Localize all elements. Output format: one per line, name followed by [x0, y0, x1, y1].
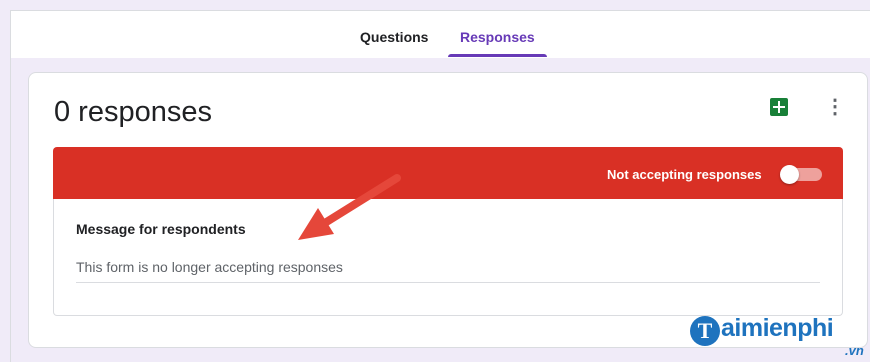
tab-responses[interactable]: Responses — [460, 29, 535, 45]
accepting-responses-label: Not accepting responses — [607, 167, 762, 182]
tab-questions[interactable]: Questions — [360, 29, 428, 45]
more-vert-icon[interactable]: ⋮ — [825, 96, 845, 118]
watermark-text: aimienphi — [721, 314, 834, 342]
top-tab-bar: Questions Responses — [10, 10, 870, 58]
watermark-suffix: .vn — [845, 343, 864, 358]
google-sheets-icon[interactable] — [770, 98, 788, 116]
watermark-logo-icon: T — [690, 316, 720, 346]
site-watermark: T aimienphi .vn — [690, 313, 870, 362]
response-count-title: 0 responses — [54, 96, 212, 128]
message-for-respondents-input[interactable] — [76, 252, 820, 283]
message-for-respondents-label: Message for respondents — [76, 221, 246, 237]
toggle-thumb — [780, 165, 799, 184]
accepting-responses-toggle[interactable] — [780, 165, 822, 184]
active-tab-indicator — [448, 54, 547, 57]
annotation-arrow-icon — [298, 174, 401, 240]
